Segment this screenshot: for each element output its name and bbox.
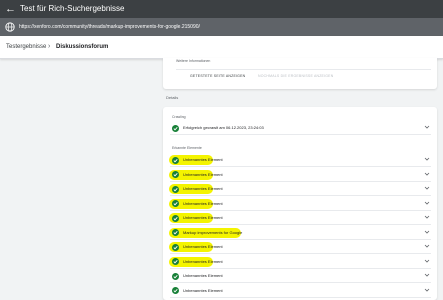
check-circle-icon bbox=[172, 156, 179, 164]
details-card: Crawling Erfolgreich gecrawlt am 06.12.2… bbox=[163, 107, 437, 300]
chevron-down-icon bbox=[424, 288, 430, 292]
divider bbox=[176, 69, 431, 70]
breadcrumb-forum: Diskussionsforum bbox=[56, 44, 109, 50]
divider bbox=[170, 134, 431, 135]
detected-element-label: Unbenanntes Element bbox=[183, 215, 223, 220]
detected-element-label: Unbenanntes Element bbox=[183, 273, 223, 278]
check-circle-icon bbox=[172, 214, 179, 222]
check-circle-icon bbox=[172, 258, 179, 265]
breadcrumb-separator: › bbox=[48, 43, 51, 50]
globe-icon bbox=[5, 22, 15, 32]
check-circle-icon bbox=[172, 229, 179, 236]
url-text[interactable]: https://xenforo.com/community/threads/ma… bbox=[19, 23, 200, 31]
detected-element-row[interactable]: Unbenanntes Element bbox=[163, 255, 437, 269]
chevron-down-icon bbox=[424, 157, 430, 161]
detected-elements-heading: Erkannte Elemente bbox=[172, 146, 202, 150]
detected-element-label: Unbenanntes Element bbox=[183, 200, 223, 206]
divider bbox=[170, 296, 431, 298]
chevron-down-icon bbox=[424, 244, 430, 248]
window-title: Test für Rich-Suchergebnisse bbox=[20, 4, 125, 13]
check-circle-icon bbox=[172, 243, 179, 251]
detected-element-label: Unbenanntes Element bbox=[183, 186, 223, 191]
detected-element-row[interactable]: Unbenanntes Element bbox=[163, 168, 437, 182]
view-tested-page-button[interactable]: GETESTETE SEITE ANZEIGEN bbox=[190, 74, 245, 78]
check-circle-icon bbox=[172, 185, 179, 193]
window-titlebar: ← Test für Rich-Suchergebnisse bbox=[0, 0, 443, 18]
chevron-down-icon bbox=[424, 259, 430, 263]
detected-element-label: Unbenanntes Element bbox=[183, 258, 223, 264]
chevron-down-icon bbox=[424, 186, 430, 190]
chevron-down-icon bbox=[424, 172, 430, 176]
detected-element-row[interactable]: Unbenanntes Element bbox=[163, 240, 437, 254]
crawling-heading: Crawling bbox=[172, 115, 186, 119]
chevron-down-icon bbox=[424, 125, 430, 129]
detected-element-label: Unbenanntes Element bbox=[183, 244, 223, 249]
detected-element-row[interactable]: Markup improvements for Google bbox=[163, 226, 437, 240]
chevron-down-icon bbox=[424, 201, 430, 205]
summary-card: Weitere Informationen GETESTETE SEITE AN… bbox=[163, 58, 437, 89]
detected-element-label: Unbenanntes Element bbox=[183, 287, 223, 293]
details-heading: Details bbox=[166, 95, 179, 100]
check-circle-icon bbox=[172, 287, 179, 294]
arrow-back-icon[interactable]: ← bbox=[5, 2, 16, 16]
check-circle-icon bbox=[172, 171, 179, 178]
detected-element-label: Unbenanntes Element bbox=[183, 157, 223, 162]
detected-element-label: Markup improvements for Google bbox=[183, 229, 243, 235]
detected-element-row[interactable]: Unbenanntes Element bbox=[163, 284, 437, 298]
detected-element-row[interactable]: Unbenanntes Element bbox=[163, 197, 437, 211]
detected-element-row[interactable]: Unbenanntes Element bbox=[163, 153, 437, 167]
breadcrumb-test-results[interactable]: Testergebnisse bbox=[6, 43, 46, 51]
crawling-status: Erfolgreich gecrawlt am 06.12.2023, 23:2… bbox=[183, 125, 264, 130]
crawling-row[interactable]: Erfolgreich gecrawlt am 06.12.2023, 23:2… bbox=[163, 121, 437, 135]
chevron-down-icon bbox=[424, 273, 430, 277]
chevron-down-icon bbox=[424, 215, 430, 219]
check-circle-icon bbox=[172, 272, 179, 280]
check-circle-icon bbox=[172, 124, 179, 132]
detected-element-row[interactable]: Unbenanntes Element bbox=[163, 182, 437, 196]
more-info-link[interactable]: Weitere Informationen bbox=[176, 59, 210, 63]
address-bar[interactable]: https://xenforo.com/community/threads/ma… bbox=[0, 18, 443, 36]
detected-element-row[interactable]: Unbenanntes Element bbox=[163, 211, 437, 225]
check-circle-icon bbox=[172, 200, 179, 207]
chevron-down-icon bbox=[424, 230, 430, 234]
breadcrumb: Testergebnisse › Diskussionsforum bbox=[0, 36, 443, 59]
view-results-again-button[interactable]: NOCHMALS DIE ERGEBNISSE ANZEIGEN bbox=[258, 74, 333, 78]
detected-element-row[interactable]: Unbenanntes Element bbox=[163, 269, 437, 283]
detected-element-label: Unbenanntes Element bbox=[183, 171, 223, 177]
